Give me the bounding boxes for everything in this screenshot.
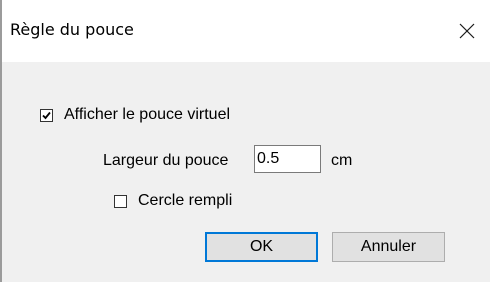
close-button[interactable]	[444, 8, 490, 54]
thumb-width-unit: cm	[331, 152, 353, 169]
cancel-button[interactable]: Annuler	[332, 232, 445, 262]
thumb-rule-dialog: Règle du pouce Afficher le pouce virtuel…	[0, 0, 490, 282]
show-virtual-thumb-checkbox[interactable]	[40, 109, 53, 122]
dialog-body: Afficher le pouce virtuel Largeur du pou…	[2, 62, 490, 282]
show-virtual-thumb-label[interactable]: Afficher le pouce virtuel	[64, 105, 230, 125]
filled-circle-checkbox[interactable]	[114, 195, 127, 208]
close-icon	[459, 23, 475, 39]
thumb-width-input[interactable]	[254, 145, 321, 173]
title-bar[interactable]: Règle du pouce	[2, 0, 490, 62]
checkmark-icon	[42, 111, 51, 120]
ok-button[interactable]: OK	[205, 232, 318, 262]
window-title: Règle du pouce	[10, 20, 134, 39]
thumb-width-label: Largeur du pouce	[103, 152, 229, 169]
filled-circle-label[interactable]: Cercle rempli	[138, 191, 232, 211]
